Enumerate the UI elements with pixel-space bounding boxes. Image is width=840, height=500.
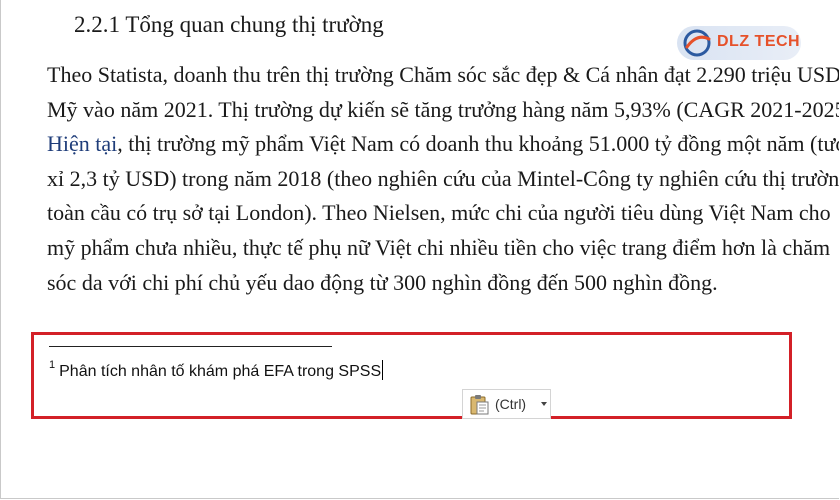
logo-mark-icon (683, 29, 711, 57)
paragraph-line-rest: , thị trường mỹ phẩm Việt Nam có doanh t… (117, 131, 839, 157)
paste-options-button[interactable]: (Ctrl) (462, 389, 551, 419)
footnote-text: Phân tích nhân tố khám phá EFA trong SPS… (59, 363, 382, 380)
logo-text: DLZ TECH (717, 33, 801, 50)
footnote[interactable]: 1 Phân tích nhân tố khám phá EFA trong SP… (49, 358, 384, 381)
paragraph-line: xỉ 2,3 tỷ USD) trong năm 2018 (theo nghi… (47, 165, 839, 191)
paste-options-label: (Ctrl) (495, 396, 527, 412)
clipboard-icon (470, 395, 489, 415)
document-page[interactable]: 2.2.1 Tổng quan chung thị trường DLZ TEC… (0, 0, 839, 499)
paragraph-line: sóc da với chi phí chủ yếu dao động từ 3… (47, 269, 718, 295)
paragraph-line: toàn cầu có trụ sở tại London). Theo Nie… (47, 200, 831, 226)
link-hien-tai[interactable]: Hiện tại (47, 131, 117, 156)
paragraph-line: Theo Statista, doanh thu trên thị trường… (47, 62, 839, 87)
body-paragraph[interactable]: Theo Statista, doanh thu trên thị trường… (47, 58, 839, 300)
dlz-tech-logo: DLZ TECH (677, 26, 801, 60)
paragraph-line: Mỹ vào năm 2021. Thị trường dự kiến sẽ t… (47, 96, 839, 122)
text-cursor (382, 360, 384, 380)
section-heading: 2.2.1 Tổng quan chung thị trường (74, 12, 384, 37)
chevron-down-icon (541, 402, 547, 406)
footnote-marker: 1 (49, 358, 56, 371)
paragraph-line: mỹ phẩm chưa nhiều, thực tế phụ nữ Việt … (47, 234, 831, 260)
paragraph-line: Hiện tại, thị trường mỹ phẩm Việt Nam có… (47, 127, 839, 162)
